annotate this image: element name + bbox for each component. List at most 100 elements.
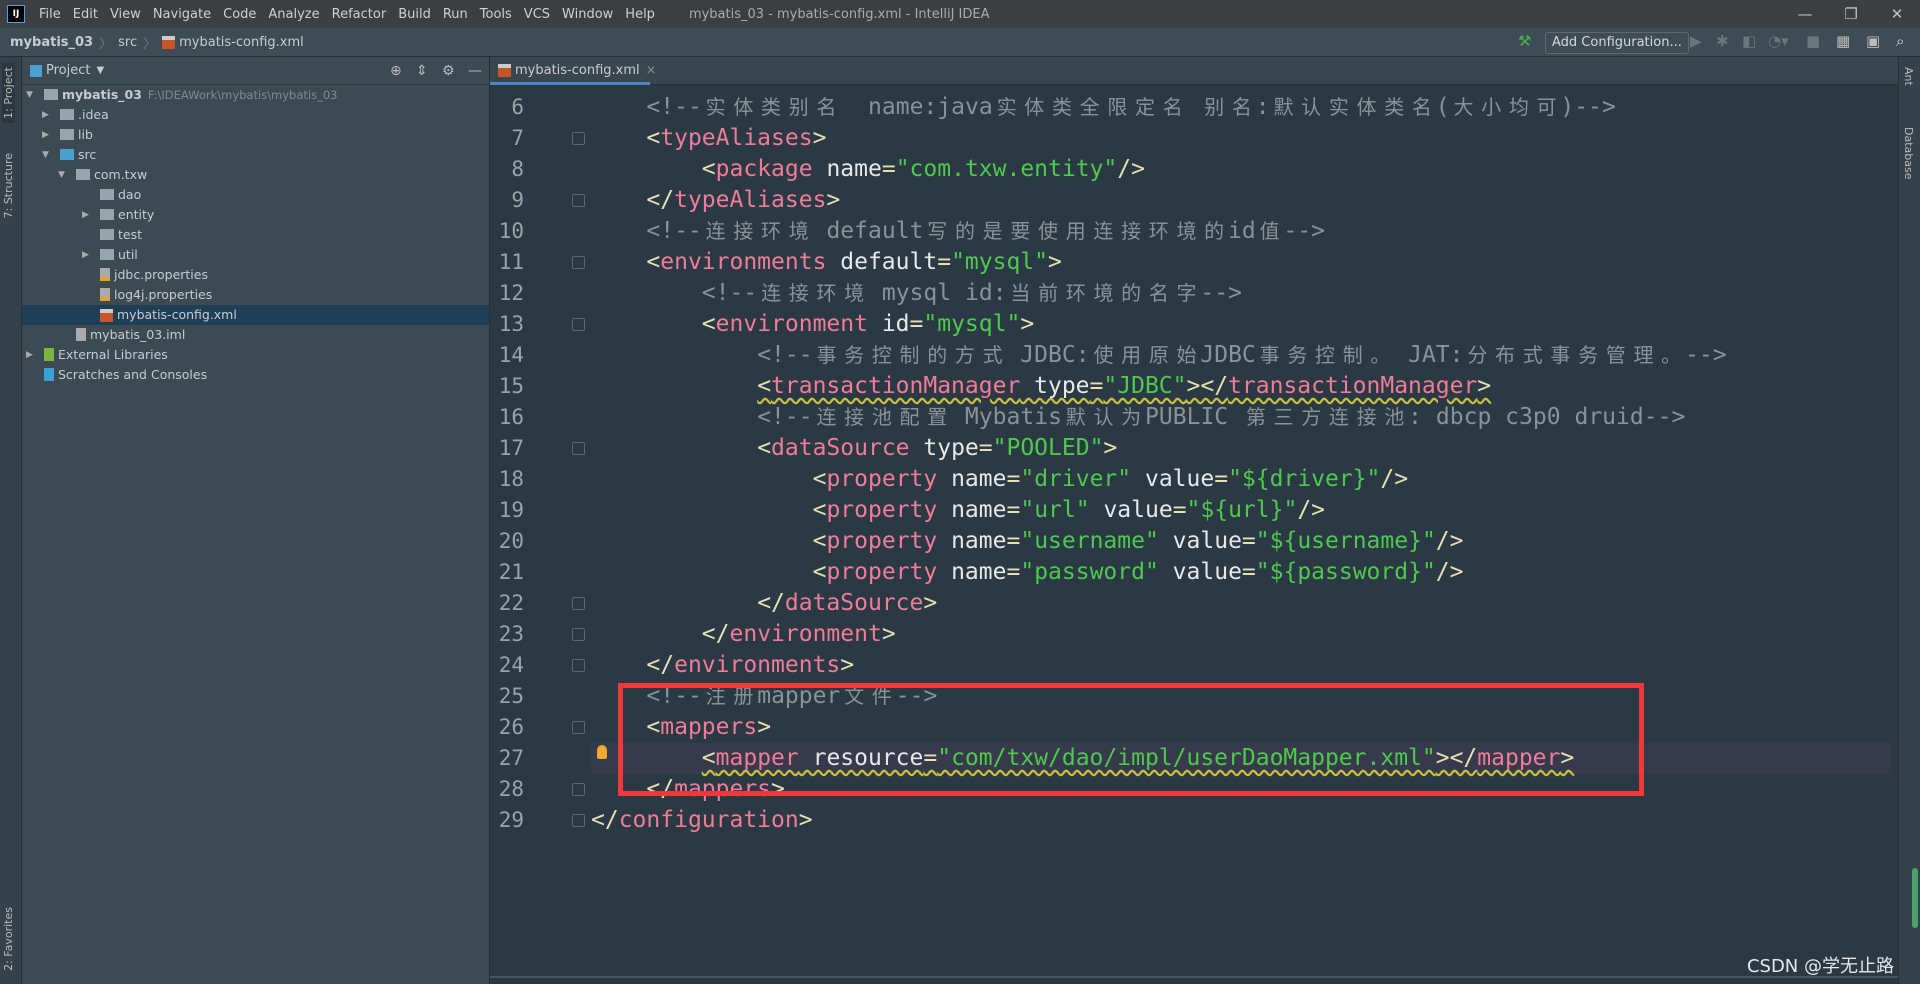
expanded-arrow-icon[interactable]: ▼ [58, 165, 65, 185]
code-token: ></ [1186, 373, 1229, 399]
title-bar: IJ File Edit View Navigate Code Analyze Refact… [0, 0, 1920, 28]
code-line: <property name="url" value="${url}"/> [591, 495, 1325, 526]
package-icon [100, 249, 114, 260]
breadcrumb-project[interactable]: mybatis_03 [0, 35, 99, 50]
fold-marker-icon[interactable] [572, 132, 585, 145]
menu-navigate[interactable]: Navigate [147, 7, 217, 22]
collapsed-arrow-icon[interactable]: ▶ [82, 245, 89, 265]
menu-file[interactable]: File [33, 7, 67, 22]
collapsed-arrow-icon[interactable]: ▶ [82, 205, 89, 225]
menu-window[interactable]: Window [556, 7, 619, 22]
breadcrumb-src[interactable]: src [112, 35, 143, 50]
search-icon[interactable]: ⌕ [1896, 32, 1904, 50]
horizontal-scrollbar[interactable] [490, 976, 1898, 978]
tree-item-lib[interactable]: ▶ lib [22, 125, 489, 145]
settings-gear-icon[interactable]: ⚙ [442, 63, 455, 79]
code-line: <package name="com.txw.entity"/> [591, 154, 1145, 185]
minimize-icon[interactable]: — [1782, 0, 1828, 28]
fold-marker-icon[interactable] [572, 194, 585, 207]
tree-item-test[interactable]: test [22, 225, 489, 245]
tree-item-external-libraries[interactable]: ▶ External Libraries [22, 345, 489, 365]
collapse-all-icon[interactable]: ⇕ [416, 63, 428, 79]
terminal-icon[interactable]: ▣ [1866, 32, 1880, 50]
fold-marker-icon[interactable] [572, 659, 585, 672]
menu-help[interactable]: Help [619, 7, 661, 22]
expanded-arrow-icon[interactable]: ▼ [42, 145, 49, 165]
fold-marker-icon[interactable] [572, 256, 585, 269]
debug-icon[interactable]: ✱ [1716, 32, 1729, 50]
menu-code[interactable]: Code [217, 7, 262, 22]
intention-bulb-icon[interactable] [597, 745, 607, 759]
fold-marker-icon[interactable] [572, 721, 585, 734]
line-number: 22 [498, 591, 524, 615]
menu-build[interactable]: Build [392, 7, 437, 22]
menu-analyze[interactable]: Analyze [262, 7, 325, 22]
tree-item-log4j-properties[interactable]: log4j.properties [22, 285, 489, 305]
tree-item-mybatis-03[interactable]: ▼ mybatis_03 F:\IDEAWork\mybatis\mybatis_0… [22, 85, 489, 105]
code-line: <property name="driver" value="${driver}… [591, 464, 1409, 495]
close-window-icon[interactable]: ✕ [1874, 0, 1920, 28]
menu-vcs[interactable]: VCS [518, 7, 556, 22]
tree-item--idea[interactable]: ▶ .idea [22, 105, 489, 125]
project-view-selector[interactable]: Project [46, 63, 90, 78]
tab-structure[interactable]: 7: Structure [2, 153, 15, 218]
libraries-icon [44, 348, 54, 361]
project-structure-icon[interactable]: ▦ [1836, 32, 1850, 50]
code-line: <property name="password" value="${passw… [591, 557, 1464, 588]
menu-tools[interactable]: Tools [474, 7, 518, 22]
tree-item-label: mybatis-config.xml [117, 307, 237, 322]
stop-icon[interactable]: ■ [1806, 32, 1820, 50]
vertical-scrollbar[interactable] [1912, 868, 1918, 928]
tab-ant[interactable]: Ant [1902, 67, 1915, 86]
code-token: name [937, 528, 1007, 554]
code-line: <environment id="mysql"> [591, 309, 1034, 340]
tree-item-jdbc-properties[interactable]: jdbc.properties [22, 265, 489, 285]
fold-marker-icon[interactable] [572, 814, 585, 827]
fold-marker-icon[interactable] [572, 628, 585, 641]
collapsed-arrow-icon[interactable]: ▶ [26, 345, 33, 365]
build-hammer-icon[interactable]: ⚒ [1518, 32, 1531, 50]
expanded-arrow-icon[interactable]: ▼ [26, 85, 33, 105]
tree-item-scratches-and-consoles[interactable]: Scratches and Consoles [22, 365, 489, 385]
tree-item-dao[interactable]: dao [22, 185, 489, 205]
line-number: 26 [498, 715, 524, 739]
tab-favorites[interactable]: 2: Favorites [2, 907, 15, 971]
hide-panel-icon[interactable]: — [468, 63, 482, 79]
code-token: "password" [1020, 559, 1159, 585]
collapsed-arrow-icon[interactable]: ▶ [42, 125, 49, 145]
add-configuration-button[interactable]: Add Configuration... [1545, 32, 1689, 54]
breadcrumb-file[interactable]: mybatis-config.xml [156, 35, 310, 50]
menu-run[interactable]: Run [437, 7, 474, 22]
tab-project[interactable]: 1: Project [2, 63, 15, 123]
code-token: typeAliases [674, 187, 827, 213]
tree-item-label: lib [78, 127, 93, 142]
fold-marker-icon[interactable] [572, 783, 585, 796]
tree-item-entity[interactable]: ▶ entity [22, 205, 489, 225]
line-number: 17 [498, 436, 524, 460]
fold-marker-icon[interactable] [572, 318, 585, 331]
collapsed-arrow-icon[interactable]: ▶ [42, 105, 49, 125]
menu-view[interactable]: View [104, 7, 147, 22]
tree-item-mybatis-config-xml[interactable]: mybatis-config.xml [22, 305, 489, 325]
code-token: value [1158, 559, 1242, 585]
package-icon [100, 189, 114, 200]
profile-icon[interactable]: ◔▾ [1768, 32, 1789, 50]
tree-item-mybatis-03-iml[interactable]: mybatis_03.iml [22, 325, 489, 345]
code-area[interactable]: 6 <!-- 实体类别名 name:java 实体类全限定名 别名: 默认实体类名(大小… [490, 57, 1898, 984]
fold-marker-icon[interactable] [572, 597, 585, 610]
restore-icon[interactable]: ❐ [1828, 0, 1874, 28]
tree-item-com-txw[interactable]: ▼ com.txw [22, 165, 489, 185]
menu-edit[interactable]: Edit [67, 7, 104, 22]
coverage-icon[interactable]: ◧ [1742, 32, 1756, 50]
run-icon[interactable]: ▶ [1690, 32, 1702, 50]
tree-item-util[interactable]: ▶ util [22, 245, 489, 265]
code-token: < [812, 497, 827, 523]
fold-marker-icon[interactable] [572, 442, 585, 455]
folder-icon [60, 109, 74, 120]
tab-database[interactable]: Database [1902, 127, 1915, 180]
dropdown-arrow-icon[interactable]: ▼ [96, 65, 104, 76]
code-token: name [937, 559, 1007, 585]
menu-refactor[interactable]: Refactor [326, 7, 393, 22]
locate-icon[interactable]: ⊕ [390, 63, 402, 79]
tree-item-src[interactable]: ▼ src [22, 145, 489, 165]
